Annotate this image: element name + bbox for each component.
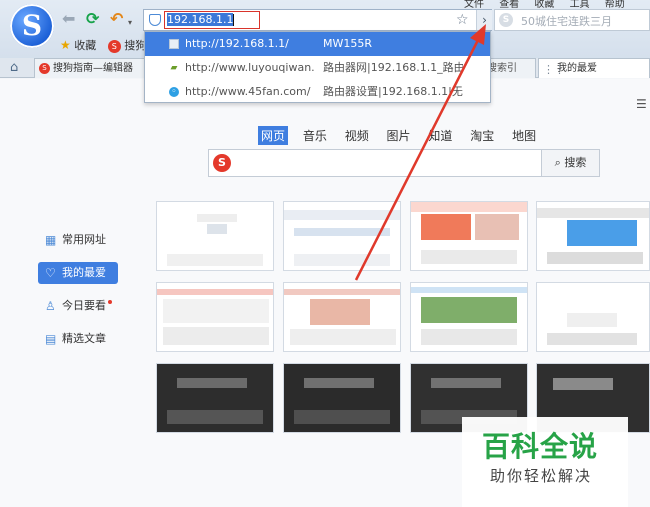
document-icon: ▤: [45, 332, 57, 346]
tab-label: 搜索引: [487, 63, 517, 74]
search-tab-taobao[interactable]: 淘宝: [467, 126, 497, 145]
favorite-link[interactable]: 搜狗: [124, 39, 146, 52]
undo-dropdown-icon[interactable]: ▾: [128, 14, 132, 32]
search-tab-video[interactable]: 视频: [342, 126, 372, 145]
magnifier-icon: ⌕: [554, 156, 561, 169]
site-thumbnail[interactable]: [536, 282, 650, 352]
site-thumbnail[interactable]: [156, 363, 274, 433]
watermark-title: 百科全说: [482, 430, 599, 463]
search-placeholder: 50城住宅连跌三月: [521, 15, 612, 28]
sogou-search-icon: S: [499, 13, 513, 27]
site-thumbnail[interactable]: [283, 363, 401, 433]
new-tab-page: ☰ 网页 音乐 视频 图片 知道 淘宝 地图 S ⌕ 搜索 ▦ 常用网址 ♡ 我…: [0, 79, 650, 507]
search-button-label: 搜索: [564, 156, 587, 169]
user-icon: ♙: [45, 299, 56, 313]
suggestion-item[interactable]: ▰ http://www.luyouqiwan... 路由器网|192.168.…: [145, 56, 490, 80]
site-thumbnail[interactable]: [410, 282, 528, 352]
undo-icon[interactable]: ↶: [110, 10, 123, 28]
search-tab-web[interactable]: 网页: [258, 126, 289, 145]
tab-label: 搜狗指南—编辑器: [53, 63, 133, 74]
search-category-tabs: 网页 音乐 视频 图片 知道 淘宝 地图: [258, 126, 547, 145]
bookmark-star-icon[interactable]: ☆: [456, 12, 469, 28]
nav-my-favorites[interactable]: ♡ 我的最爱: [38, 262, 118, 284]
address-suggestions: http://192.168.1.1/ MW155R ▰ http://www.…: [144, 31, 491, 103]
heart-icon: ♡: [45, 266, 56, 280]
left-navigation: ▦ 常用网址 ♡ 我的最爱 ♙ 今日要看 ▤ 精选文章: [38, 229, 118, 361]
refresh-icon[interactable]: ⟳: [86, 10, 99, 28]
page-icon: [169, 39, 179, 49]
sogou-icon: S: [39, 63, 50, 74]
suggestion-url: http://192.168.1.1/: [185, 37, 289, 50]
back-arrow-icon[interactable]: ⬅: [62, 10, 75, 28]
grid-icon: ⋮⋮: [543, 63, 565, 76]
list-view-icon[interactable]: ☰: [636, 97, 647, 111]
main-search-box[interactable]: S ⌕ 搜索: [208, 149, 600, 177]
url-text: 192.168.1.1: [167, 13, 234, 26]
notification-dot: [108, 300, 112, 304]
suggestion-title: 路由器设置|192.168.1.1|无...: [323, 85, 463, 98]
suggestion-item[interactable]: http://192.168.1.1/ MW155R: [145, 32, 490, 56]
url-input[interactable]: 192.168.1.1: [164, 11, 260, 29]
go-arrow-icon[interactable]: ›: [476, 10, 492, 30]
favorites-bar: ★ 收藏 S 搜狗: [60, 37, 146, 55]
home-icon[interactable]: ⌂: [10, 60, 18, 75]
sogou-logo-icon: S: [213, 154, 231, 172]
favorites-star-icon: ★: [60, 38, 71, 52]
text-caret: [233, 14, 235, 26]
suggestion-url: http://www.luyouqiwan...: [185, 61, 315, 74]
site-thumbnail[interactable]: [156, 282, 274, 352]
site-thumbnail[interactable]: [156, 201, 274, 271]
suggestion-title: 路由器网|192.168.1.1_路由...: [323, 61, 463, 74]
sogou-browser-logo[interactable]: S: [10, 4, 54, 48]
router-icon: ▰: [170, 63, 178, 73]
nav-label: 我的最爱: [62, 266, 106, 279]
nav-label: 今日要看: [62, 299, 106, 312]
nav-common-sites[interactable]: ▦ 常用网址: [38, 229, 118, 251]
search-tab-images[interactable]: 图片: [384, 126, 414, 145]
site-thumbnail[interactable]: [536, 201, 650, 271]
nav-featured-articles[interactable]: ▤ 精选文章: [38, 328, 118, 350]
search-box[interactable]: S 50城住宅连跌三月: [494, 9, 650, 31]
suggestion-title: MW155R: [323, 37, 373, 50]
site-thumbnail[interactable]: [283, 282, 401, 352]
suggestion-item[interactable]: ◦ http://www.45fan.com/ 路由器设置|192.168.1.…: [145, 80, 490, 104]
nav-label: 精选文章: [62, 332, 106, 345]
sogou-icon: S: [107, 39, 121, 53]
suggestion-url: http://www.45fan.com/: [185, 85, 311, 98]
watermark-subtitle: 助你轻松解决: [490, 467, 593, 485]
search-tab-map[interactable]: 地图: [509, 126, 539, 145]
watermark: 百科全说 助你轻松解决: [462, 417, 628, 507]
wifi-icon: ◦: [169, 87, 179, 97]
favorites-button[interactable]: 收藏: [74, 39, 96, 52]
search-button[interactable]: ⌕ 搜索: [541, 150, 599, 176]
site-thumbnail[interactable]: [410, 201, 528, 271]
site-thumbnail[interactable]: [283, 201, 401, 271]
nav-today[interactable]: ♙ 今日要看: [38, 295, 118, 317]
grid-icon: ▦: [45, 233, 57, 247]
search-tab-zhidao[interactable]: 知道: [425, 126, 455, 145]
search-tab-music[interactable]: 音乐: [300, 126, 330, 145]
nav-label: 常用网址: [62, 233, 106, 246]
tab-my-favorites[interactable]: ⋮⋮ 我的最爱: [538, 58, 650, 78]
security-shield-icon: [149, 14, 161, 26]
address-bar[interactable]: 192.168.1.1 ☆ ›: [143, 9, 492, 31]
